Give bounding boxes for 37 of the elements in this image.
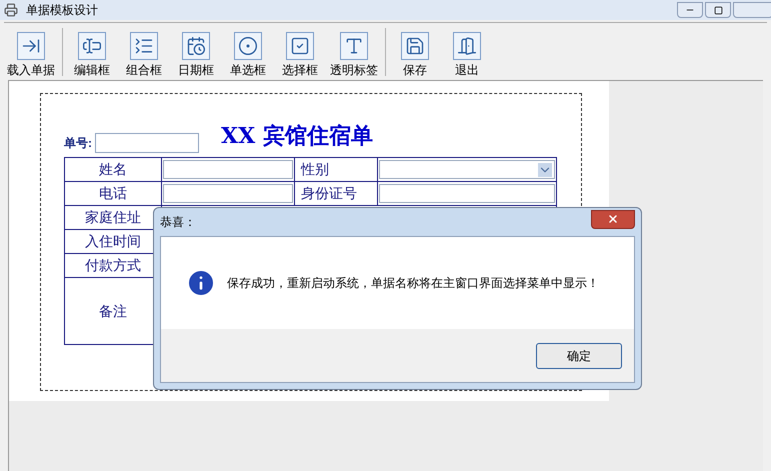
text-field[interactable] bbox=[163, 160, 293, 179]
printer-icon bbox=[4, 3, 18, 17]
dialog-message: 保存成功，重新启动系统，单据名称将在主窗口界面选择菜单中显示！ bbox=[227, 275, 599, 292]
ok-button[interactable]: 确定 bbox=[536, 342, 622, 368]
text-field[interactable] bbox=[379, 184, 555, 203]
checkbox-icon bbox=[286, 32, 314, 60]
toolbar-button[interactable]: 选择框 bbox=[275, 32, 325, 80]
calendar-clock-icon bbox=[182, 32, 210, 60]
toolbar-button[interactable]: 组合框 bbox=[119, 32, 169, 80]
toolbar-button[interactable]: 单选框 bbox=[223, 32, 273, 80]
text-field-icon bbox=[78, 32, 106, 60]
field-label: 性别 bbox=[295, 158, 378, 181]
list-icon bbox=[130, 32, 158, 60]
window-title: 单据模板设计 bbox=[26, 2, 98, 19]
field-label: 电话 bbox=[65, 182, 162, 205]
text-field[interactable] bbox=[163, 184, 293, 203]
toolbar-button[interactable]: 透明标签 bbox=[327, 32, 381, 80]
toolbar-button[interactable]: 日期框 bbox=[171, 32, 221, 80]
toolbar-button[interactable]: 退出 bbox=[442, 32, 492, 80]
dropdown-field[interactable] bbox=[379, 160, 555, 179]
toolbar-button[interactable]: 保存 bbox=[390, 32, 440, 80]
number-label: 单号: bbox=[64, 135, 92, 152]
close-icon bbox=[607, 213, 619, 225]
form-title: XX 宾馆住宿单 bbox=[221, 122, 373, 151]
door-icon bbox=[453, 32, 481, 60]
maximize-button[interactable] bbox=[705, 2, 731, 18]
toolbar-button[interactable]: 编辑框 bbox=[67, 32, 117, 80]
field-label: 姓名 bbox=[65, 158, 162, 181]
letter-type-icon bbox=[340, 32, 368, 60]
toolbar-button[interactable]: 载入单据 bbox=[4, 32, 58, 80]
maximize-icon bbox=[714, 6, 722, 14]
close-button[interactable] bbox=[591, 210, 635, 228]
dialog-title: 恭喜： bbox=[160, 214, 196, 231]
radio-icon bbox=[234, 32, 262, 60]
number-field[interactable] bbox=[95, 133, 199, 153]
field-label: 身份证号 bbox=[295, 182, 378, 205]
arrow-into-panel-icon bbox=[17, 32, 45, 60]
